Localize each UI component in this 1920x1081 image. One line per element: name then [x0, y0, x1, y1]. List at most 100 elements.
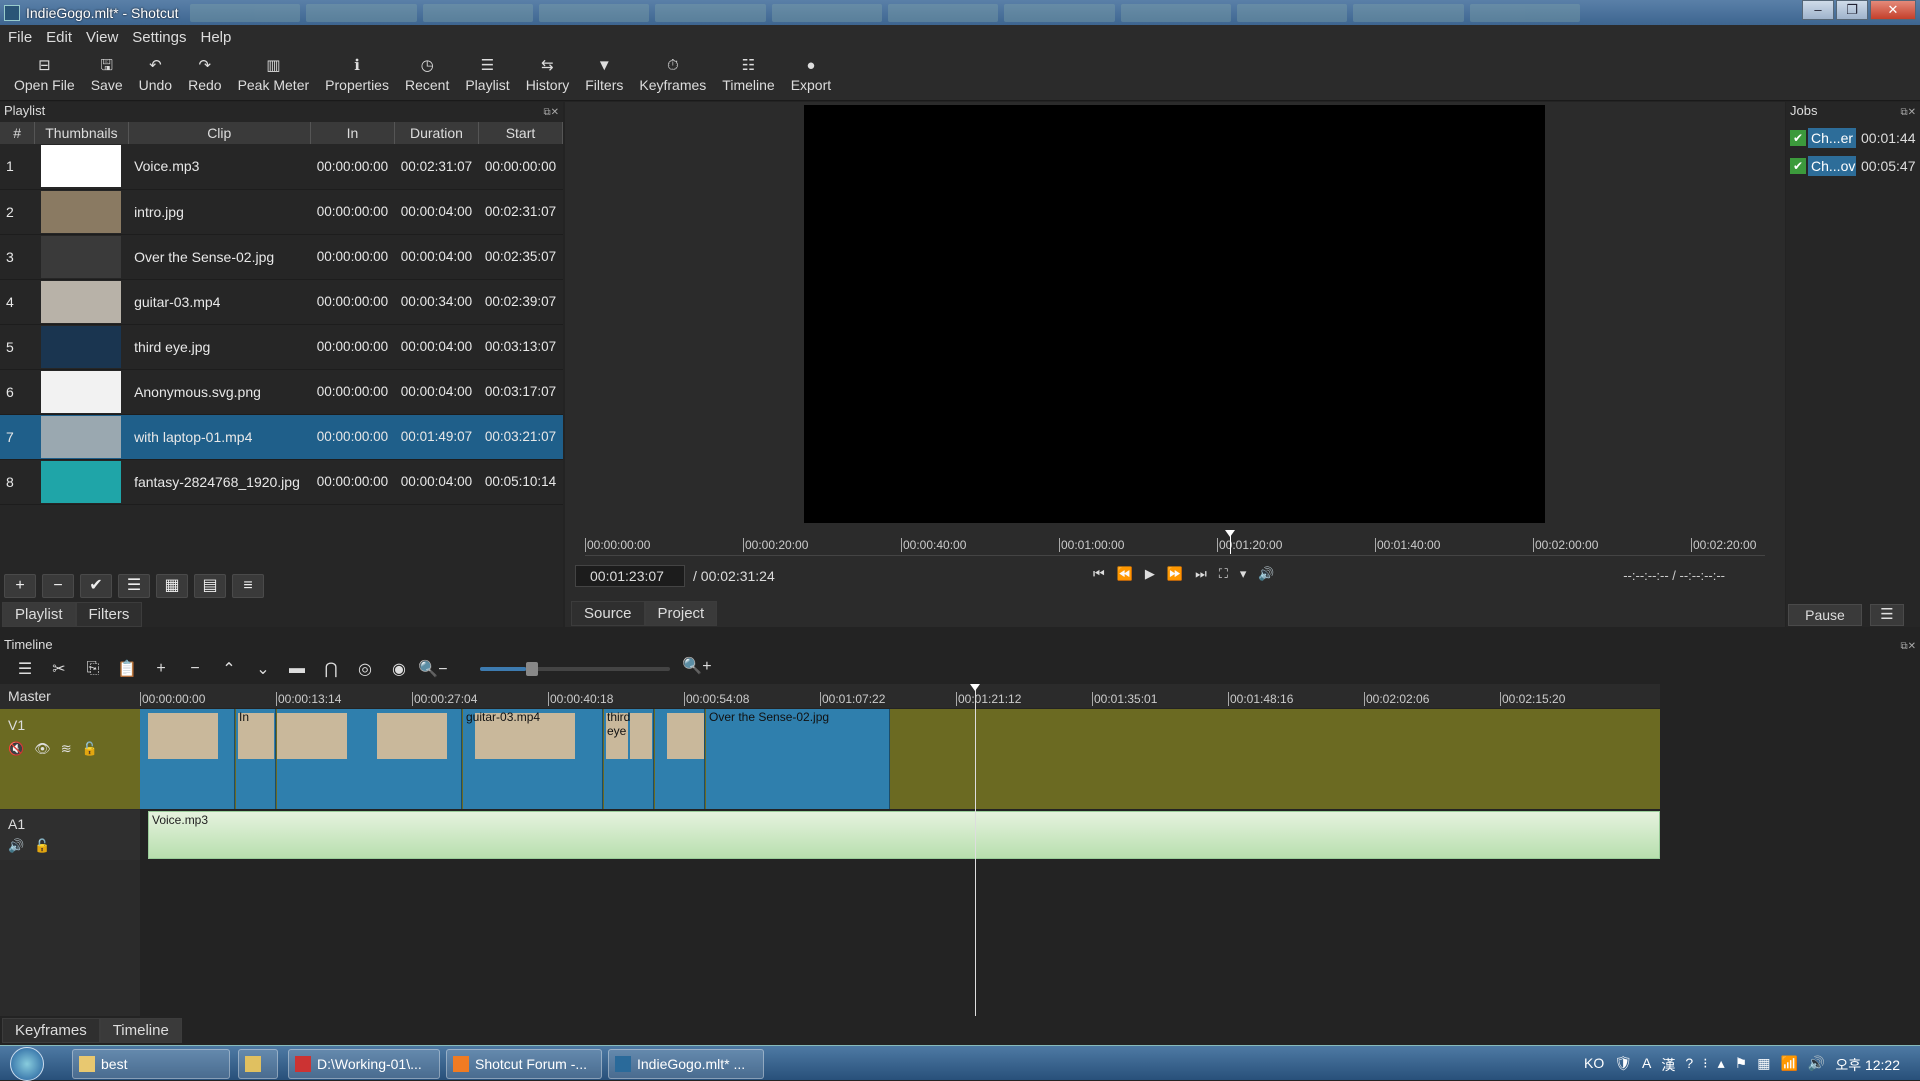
- undo-button[interactable]: ↶ Undo: [131, 49, 180, 101]
- timeline-button[interactable]: ☷ Timeline: [714, 49, 782, 101]
- network-icon[interactable]: 📶: [1780, 1055, 1797, 1075]
- audio-clip-voice[interactable]: Voice.mp3: [148, 811, 1660, 859]
- menu-file[interactable]: File: [8, 29, 32, 46]
- track-header-v1[interactable]: V1 🔇 👁 ≋ 🔓: [0, 709, 140, 809]
- save-button[interactable]: 🖫 Save: [83, 49, 131, 101]
- zoom-slider[interactable]: [480, 662, 670, 676]
- icons-view-button[interactable]: ▤: [194, 574, 226, 598]
- jobs-menu-button[interactable]: ☰: [1870, 604, 1904, 626]
- options-icon[interactable]: ⁝: [1703, 1055, 1707, 1075]
- tab-filters[interactable]: Filters: [75, 602, 143, 627]
- export-button[interactable]: ● Export: [783, 49, 839, 101]
- video-clip[interactable]: [655, 709, 705, 809]
- remove-clip-button[interactable]: −: [42, 574, 74, 598]
- job-item[interactable]: ✔ Ch...er 00:01:44: [1790, 126, 1918, 150]
- copy-icon[interactable]: ⎘: [76, 660, 110, 678]
- tiles-view-button[interactable]: ▦: [156, 574, 188, 598]
- taskbar-item[interactable]: IndieGogo.mlt* ...: [608, 1049, 764, 1079]
- eye-icon[interactable]: 👁: [34, 741, 51, 757]
- tray-expand-icon[interactable]: ▴: [1718, 1055, 1725, 1075]
- col-duration[interactable]: Duration: [394, 122, 479, 144]
- tab-timeline[interactable]: Timeline: [99, 1018, 182, 1043]
- fullscreen-icon[interactable]: ⛶: [1219, 566, 1228, 582]
- tab-project[interactable]: Project: [644, 601, 718, 626]
- redo-button[interactable]: ↷ Redo: [180, 49, 229, 101]
- col-number[interactable]: #: [0, 122, 36, 144]
- zoom-out-icon[interactable]: 🔍−: [416, 659, 450, 679]
- col-start[interactable]: Start: [478, 122, 564, 144]
- video-clip[interactable]: third eye: [604, 709, 654, 809]
- device-icon[interactable]: ▦: [1757, 1055, 1770, 1075]
- timeline-playhead[interactable]: [970, 684, 980, 1016]
- playlist-row[interactable]: 6 Anonymous.svg.png 00:00:00:00 00:00:04:00…: [0, 369, 563, 415]
- details-view-button[interactable]: ☰: [118, 574, 150, 598]
- composite-icon[interactable]: ≋: [61, 741, 72, 757]
- scrub-icon[interactable]: ◎: [348, 659, 382, 679]
- playlist-row[interactable]: 3 Over the Sense-02.jpg 00:00:00:00 00:00:0…: [0, 234, 563, 280]
- video-clip[interactable]: Over the Sense-02.jpg: [706, 709, 890, 809]
- speaker-icon[interactable]: 🔊: [1808, 1055, 1825, 1075]
- clock[interactable]: 오후 12:22: [1835, 1055, 1900, 1075]
- lock-icon[interactable]: 🔓: [34, 838, 50, 854]
- video-clip[interactable]: [140, 709, 235, 809]
- paste-icon[interactable]: 📋: [110, 659, 144, 679]
- open-file-button[interactable]: ⊟ Open File: [6, 49, 83, 101]
- volume-icon[interactable]: 🔊: [8, 838, 24, 854]
- recent-button[interactable]: ◷ Recent: [397, 49, 457, 101]
- zoom-slider-handle[interactable]: [525, 662, 538, 676]
- ime-icon[interactable]: A: [1642, 1055, 1651, 1075]
- track-header-a1[interactable]: A1 🔊 🔓: [0, 810, 140, 860]
- timeline-menu-icon[interactable]: ☰: [8, 659, 42, 679]
- split-icon[interactable]: ▬: [280, 660, 314, 678]
- update-clip-button[interactable]: ✔: [80, 574, 112, 598]
- playlist-row[interactable]: 1 Voice.mp3 00:00:00:00 00:02:31:07 00:00:00…: [0, 144, 563, 190]
- col-in[interactable]: In: [310, 122, 395, 144]
- col-clip[interactable]: Clip: [128, 122, 311, 144]
- filters-button[interactable]: ▼ Filters: [577, 49, 631, 101]
- viewer-playhead[interactable]: [1225, 530, 1235, 554]
- tab-playlist[interactable]: Playlist: [2, 602, 76, 627]
- snap-icon[interactable]: ⋂: [314, 659, 348, 679]
- rewind-icon[interactable]: ⏪: [1117, 566, 1133, 582]
- close-button[interactable]: ✕: [1870, 0, 1916, 20]
- panel-float-close-icon[interactable]: ⧉✕: [543, 104, 559, 122]
- taskbar-item[interactable]: [238, 1049, 278, 1079]
- playlist-menu-button[interactable]: ≡: [232, 574, 264, 598]
- video-preview[interactable]: [804, 105, 1545, 523]
- chevron-down-icon[interactable]: ▾: [1240, 566, 1247, 582]
- playlist-row[interactable]: 7 with laptop-01.mp4 00:00:00:00 00:01:49:0…: [0, 414, 563, 460]
- cut-icon[interactable]: ✂: [42, 659, 76, 679]
- menu-edit[interactable]: Edit: [46, 29, 72, 46]
- timecode-field[interactable]: 00:01:23:07: [575, 565, 685, 587]
- pause-jobs-button[interactable]: Pause: [1788, 604, 1862, 626]
- skip-next-icon[interactable]: ⏭: [1195, 566, 1207, 582]
- mute-icon[interactable]: 🔇: [8, 741, 24, 757]
- volume-icon[interactable]: 🔊: [1258, 566, 1274, 582]
- language-indicator[interactable]: KO: [1584, 1055, 1604, 1075]
- playlist-row[interactable]: 5 third eye.jpg 00:00:00:00 00:00:04:00 00:0…: [0, 324, 563, 370]
- properties-button[interactable]: ℹ Properties: [317, 49, 397, 101]
- taskbar-item[interactable]: Shotcut Forum -...: [446, 1049, 602, 1079]
- zoom-in-icon[interactable]: 🔍+: [680, 656, 714, 676]
- panel-float-close-icon[interactable]: ⧉✕: [1900, 104, 1916, 122]
- peak-meter-button[interactable]: ▥ Peak Meter: [230, 49, 318, 101]
- minimize-button[interactable]: –: [1802, 0, 1834, 20]
- tab-source[interactable]: Source: [571, 601, 645, 626]
- taskbar-item[interactable]: D:\Working-01\...: [288, 1049, 440, 1079]
- fast-forward-icon[interactable]: ⏩: [1167, 566, 1183, 582]
- menu-settings[interactable]: Settings: [132, 29, 186, 46]
- tab-keyframes[interactable]: Keyframes: [2, 1018, 100, 1043]
- overwrite-icon[interactable]: ⌄: [246, 659, 280, 679]
- keyframes-button[interactable]: ⏱ Keyframes: [631, 49, 714, 101]
- menu-view[interactable]: View: [86, 29, 118, 46]
- append-icon[interactable]: +: [144, 660, 178, 678]
- hanja-icon[interactable]: 漢: [1661, 1055, 1675, 1075]
- ripple-delete-icon[interactable]: −: [178, 660, 212, 678]
- shield-icon[interactable]: 🛡: [1614, 1055, 1632, 1075]
- lift-icon[interactable]: ⌃: [212, 659, 246, 679]
- col-thumbnails[interactable]: Thumbnails: [34, 122, 129, 144]
- skip-previous-icon[interactable]: ⏮: [1093, 566, 1105, 582]
- history-button[interactable]: ⇆ History: [518, 49, 578, 101]
- add-clip-button[interactable]: +: [4, 574, 36, 598]
- playlist-row[interactable]: 2 intro.jpg 00:00:00:00 00:00:04:00 00:02:31…: [0, 189, 563, 235]
